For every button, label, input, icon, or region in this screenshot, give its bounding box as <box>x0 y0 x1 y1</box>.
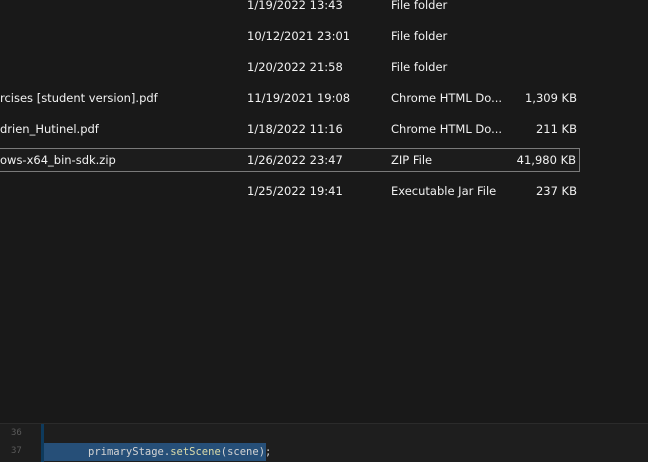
file-type: Chrome HTML Do... <box>391 122 503 136</box>
code-arguments: (scene); <box>220 446 272 458</box>
code-line-37[interactable]: primaryStage.setScene(scene); <box>88 443 271 461</box>
file-date-modified: 11/19/2021 19:08 <box>247 91 351 105</box>
file-size: 41,980 KB <box>516 153 576 167</box>
file-date-modified: 1/19/2022 13:43 <box>247 0 343 12</box>
file-date-modified: 1/18/2022 11:16 <box>247 122 343 136</box>
file-row-jar[interactable]: 1/25/2022 19:41 Executable Jar File 237 … <box>0 180 580 204</box>
file-row-folder-3[interactable]: 1/20/2022 21:58 File folder <box>0 56 580 80</box>
file-name: drien_Hutinel.pdf <box>0 122 99 136</box>
line-number-gutter: 36 37 <box>0 424 40 462</box>
code-method: setScene <box>170 446 221 458</box>
file-row-sdk-zip[interactable]: ows-x64_bin-sdk.zip 1/26/2022 23:47 ZIP … <box>0 148 580 172</box>
file-name: rcises [student version].pdf <box>0 91 158 105</box>
file-date-modified: 1/26/2022 23:47 <box>247 153 343 167</box>
file-date-modified: 10/12/2021 23:01 <box>247 29 351 43</box>
file-type: Chrome HTML Do... <box>391 91 503 105</box>
code-editor[interactable]: 36 37 primaryStage.setScene(scene); <box>0 423 648 462</box>
file-type: File folder <box>391 29 448 43</box>
file-size: 237 KB <box>535 184 577 198</box>
file-explorer-list: 1/19/2022 13:43 File folder 10/12/2021 2… <box>0 0 648 423</box>
line-number: 36 <box>11 428 22 438</box>
file-size: 211 KB <box>535 122 577 136</box>
file-row-hutinel-pdf[interactable]: drien_Hutinel.pdf 1/18/2022 11:16 Chrome… <box>0 118 580 142</box>
code-identifier: primaryStage <box>88 446 164 458</box>
line-number: 37 <box>11 446 22 456</box>
file-type: File folder <box>391 0 448 12</box>
file-type: ZIP File <box>391 153 433 167</box>
file-row-folder-2[interactable]: 10/12/2021 23:01 File folder <box>0 25 580 49</box>
file-type: File folder <box>391 60 448 74</box>
file-date-modified: 1/25/2022 19:41 <box>247 184 343 198</box>
file-row-folder-1[interactable]: 1/19/2022 13:43 File folder <box>0 0 580 18</box>
file-name: ows-x64_bin-sdk.zip <box>0 153 116 167</box>
file-date-modified: 1/20/2022 21:58 <box>247 60 343 74</box>
file-row-exercises-pdf[interactable]: rcises [student version].pdf 11/19/2021 … <box>0 87 580 111</box>
file-size: 1,309 KB <box>524 91 577 105</box>
file-type: Executable Jar File <box>391 184 497 198</box>
